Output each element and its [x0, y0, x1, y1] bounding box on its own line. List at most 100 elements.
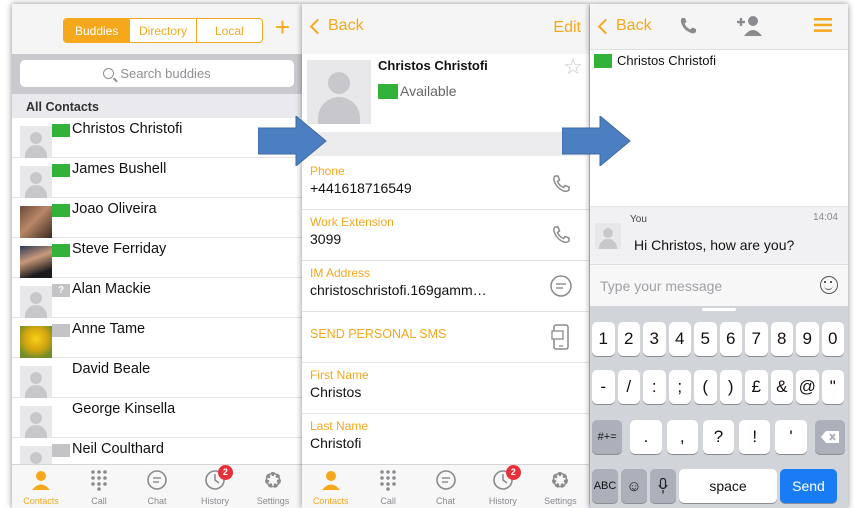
tab-settings[interactable]: Settings [244, 465, 302, 508]
key[interactable]: / [617, 370, 640, 404]
send-sms-row[interactable]: SEND PERSONAL SMS [302, 312, 589, 363]
tab-label: Settings [256, 496, 290, 506]
tab-history[interactable]: 2 History [186, 465, 244, 508]
field-label: Last Name [310, 419, 369, 433]
send-button[interactable]: Send [780, 469, 837, 503]
contact-name: James Bushell [72, 161, 167, 177]
key[interactable]: 1 [592, 322, 615, 356]
backspace-key[interactable] [814, 420, 845, 454]
field-value: Christofi [310, 435, 362, 451]
keyboard-row-punctuation: #+= . , ? ! ' [592, 420, 848, 454]
add-participant-icon[interactable] [736, 15, 764, 42]
field-value: Christos [310, 384, 362, 400]
abc-key[interactable]: ABC [592, 469, 618, 503]
key[interactable]: £ [745, 370, 768, 404]
phone-icon[interactable] [678, 16, 698, 41]
list-item[interactable]: ? Alan Mackie [12, 278, 302, 318]
key[interactable]: . [630, 420, 662, 454]
back-label: Back [616, 17, 652, 34]
plus-icon[interactable]: + [275, 14, 290, 40]
avatar [595, 223, 621, 249]
flow-arrow-icon [258, 116, 327, 166]
tab-chat[interactable]: Chat [417, 465, 474, 508]
key[interactable]: ) [719, 370, 742, 404]
tab-call[interactable]: Call [359, 465, 416, 508]
list-item[interactable]: George Kinsella [12, 398, 302, 438]
presence-flag-icon [52, 324, 70, 337]
tab-label: History [200, 496, 229, 506]
key[interactable]: 5 [694, 322, 717, 356]
tab-call[interactable]: Call [70, 465, 128, 508]
key[interactable]: ( [694, 370, 717, 404]
contact-name: Joao Oliveira [72, 201, 157, 217]
chat-bubble-icon[interactable] [549, 274, 573, 298]
contact-name: Christos Christofi [378, 58, 488, 73]
segment-buddies[interactable]: Buddies [64, 19, 130, 42]
list-item[interactable]: Joao Oliveira [12, 198, 302, 238]
tab-bar: Contacts Call Chat 2 History Settings [302, 464, 589, 508]
message-input[interactable]: Type your message [590, 264, 848, 306]
list-item[interactable]: Steve Ferriday [12, 238, 302, 278]
im-address-field: IM Address christoschristofi.169gamm… [302, 261, 589, 312]
back-button[interactable]: Back [308, 17, 364, 35]
segment-local[interactable]: Local [195, 19, 262, 42]
search-icon [103, 68, 115, 79]
tab-label: Call [380, 496, 396, 506]
key[interactable]: ! [739, 420, 771, 454]
contact-name: Steve Ferriday [72, 241, 167, 257]
key[interactable]: & [770, 370, 793, 404]
emoji-icon[interactable] [820, 276, 838, 294]
space-key[interactable]: space [679, 469, 777, 503]
mobile-sms-icon[interactable] [549, 324, 573, 350]
contact-name: Neil Coulthard [72, 441, 164, 457]
key[interactable]: 8 [770, 322, 793, 356]
buddies-segmented-control: Buddies Directory Local [63, 18, 263, 43]
tab-contacts[interactable]: Contacts [12, 465, 70, 508]
tab-history[interactable]: 2 History [474, 465, 531, 508]
keyboard-row-bottom: ABC ☺ space Send [592, 469, 848, 503]
back-label: Back [328, 17, 364, 34]
microphone-key[interactable] [650, 469, 676, 503]
phone-icon[interactable] [549, 223, 573, 247]
key[interactable]: 7 [745, 322, 768, 356]
key[interactable]: ; [668, 370, 691, 404]
menu-icon[interactable] [814, 17, 832, 38]
segment-directory[interactable]: Directory [129, 19, 195, 42]
edit-button[interactable]: Edit [553, 19, 581, 37]
field-label: First Name [310, 368, 369, 382]
phone-icon[interactable] [549, 172, 573, 196]
list-item[interactable]: David Beale [12, 358, 302, 398]
tab-chat[interactable]: Chat [128, 465, 186, 508]
emoji-icon: ☺ [626, 477, 642, 495]
key[interactable]: - [592, 370, 615, 404]
search-bar: Search buddies [12, 54, 302, 94]
key[interactable]: 0 [821, 322, 844, 356]
gear-icon [532, 465, 589, 495]
key[interactable]: 6 [719, 322, 742, 356]
person-icon [302, 465, 359, 495]
key[interactable]: " [821, 370, 844, 404]
shift-symbols-key[interactable]: #+= [592, 420, 623, 454]
star-icon[interactable]: ☆ [563, 54, 583, 80]
tab-contacts[interactable]: Contacts [302, 465, 359, 508]
list-item[interactable]: Anne Tame [12, 318, 302, 358]
avatar [20, 246, 52, 278]
tab-settings[interactable]: Settings [532, 465, 589, 508]
emoji-key[interactable]: ☺ [621, 469, 647, 503]
presence-flag-icon [378, 83, 398, 99]
presence-flag-icon [594, 54, 612, 68]
key[interactable]: ? [702, 420, 735, 454]
back-button[interactable]: Back [596, 17, 652, 35]
key[interactable]: 4 [668, 322, 691, 356]
search-input[interactable]: Search buddies [20, 60, 294, 87]
key[interactable]: 9 [796, 322, 819, 356]
key[interactable]: ' [775, 420, 807, 454]
key[interactable]: , [666, 420, 698, 454]
key[interactable]: 3 [643, 322, 666, 356]
chat-bubble-icon [417, 465, 474, 495]
key[interactable]: 2 [617, 322, 640, 356]
search-placeholder: Search buddies [120, 66, 211, 81]
key[interactable]: @ [796, 370, 819, 404]
key[interactable]: : [643, 370, 666, 404]
chat-contact-row: Christos Christofi [590, 50, 848, 78]
